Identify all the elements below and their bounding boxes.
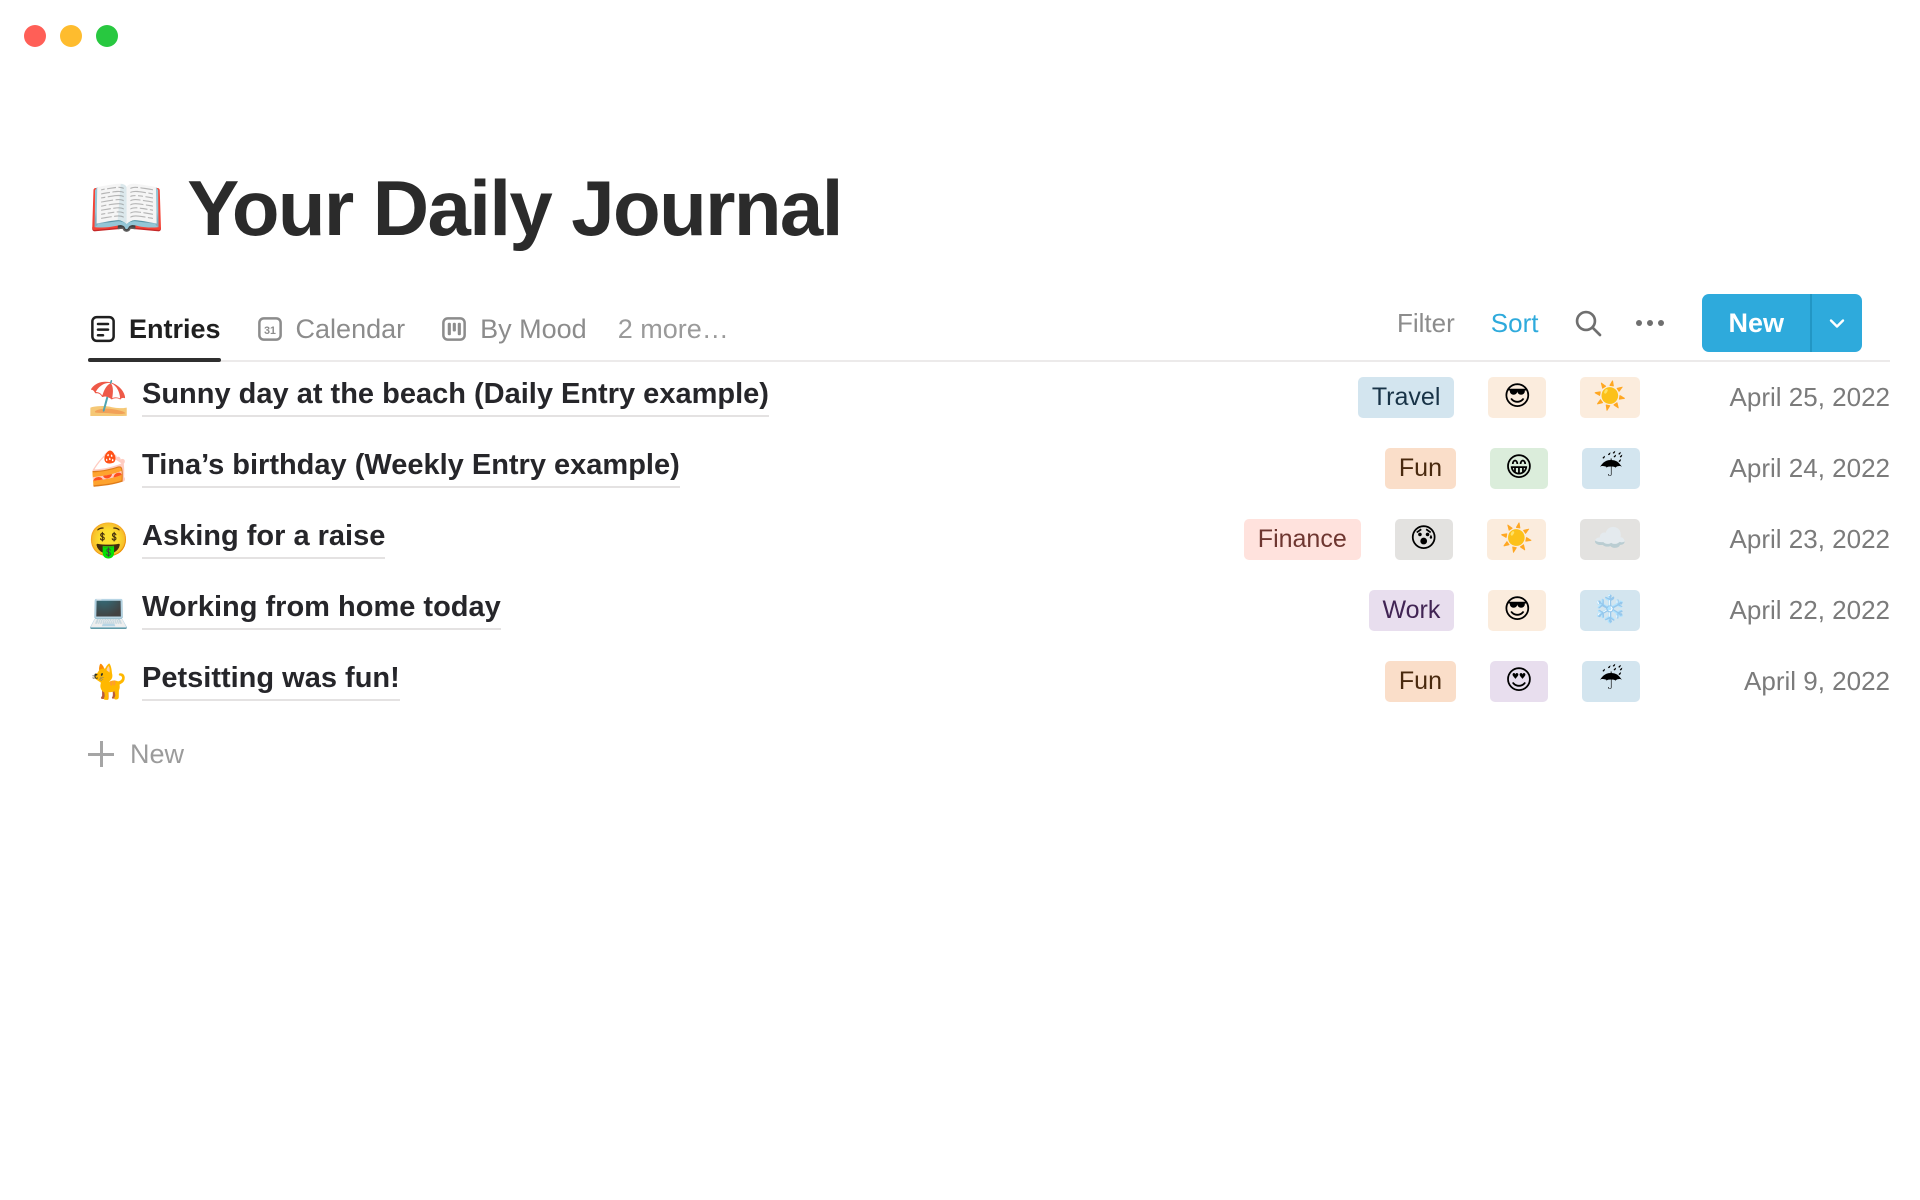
- view-tabs: Entries 31 Calendar By Mood 2 more…: [88, 298, 743, 362]
- table-row[interactable]: 🐈 Petsitting was fun! Fun 😍 ☔ April 9, 2…: [88, 646, 1890, 717]
- entry-icon-emoji: 🐈: [88, 662, 130, 701]
- entry-main: 🐈 Petsitting was fun!: [88, 662, 400, 701]
- entry-title-link[interactable]: Tina’s birthday (Weekly Entry example): [142, 449, 680, 488]
- page-title[interactable]: Your Daily Journal: [187, 169, 843, 247]
- table-row[interactable]: 🍰 Tina’s birthday (Weekly Entry example)…: [88, 433, 1890, 504]
- new-button-group: New: [1702, 294, 1862, 352]
- page-icon-emoji[interactable]: 📖: [88, 177, 165, 239]
- entries-list: ⛱️ Sunny day at the beach (Daily Entry e…: [88, 362, 1890, 787]
- mood-chip[interactable]: 😎: [1488, 590, 1547, 631]
- entry-title-link[interactable]: Asking for a raise: [142, 520, 386, 559]
- add-new-entry-row[interactable]: New: [88, 721, 1890, 787]
- weather-chip[interactable]: ☀️: [1580, 377, 1640, 418]
- entry-title-link[interactable]: Working from home today: [142, 591, 501, 630]
- entry-date: April 25, 2022: [1729, 382, 1890, 412]
- tab-calendar-label: Calendar: [295, 313, 406, 344]
- mood-chip[interactable]: 😍: [1490, 661, 1548, 702]
- category-tag[interactable]: Work: [1368, 589, 1455, 632]
- entry-main: 🤑 Asking for a raise: [88, 520, 386, 559]
- entry-meta: Work 😎 ❄️ April 22, 2022: [1368, 589, 1890, 632]
- entry-meta: Travel 😎 ☀️ April 25, 2022: [1357, 376, 1890, 419]
- entry-icon-emoji: ⛱️: [88, 378, 130, 417]
- entry-main: 💻 Working from home today: [88, 591, 501, 630]
- filter-button[interactable]: Filter: [1379, 308, 1473, 339]
- weather-extra-chip[interactable]: ☁️: [1580, 519, 1640, 560]
- tab-entries[interactable]: Entries: [88, 298, 238, 362]
- category-tag[interactable]: Fun: [1384, 660, 1456, 703]
- entry-meta: Finance 😰 ☀️ ☁️ April 23, 2022: [1243, 518, 1890, 561]
- weather-chip[interactable]: ☔: [1582, 448, 1640, 489]
- category-tag[interactable]: Fun: [1384, 447, 1456, 490]
- page-header: 📖 Your Daily Journal: [88, 160, 1890, 256]
- add-new-entry-label: New: [130, 738, 185, 769]
- table-row[interactable]: ⛱️ Sunny day at the beach (Daily Entry e…: [88, 362, 1890, 433]
- new-button-dropdown[interactable]: [1810, 294, 1862, 352]
- entry-main: 🍰 Tina’s birthday (Weekly Entry example): [88, 449, 680, 488]
- category-tag[interactable]: Finance: [1243, 518, 1361, 561]
- search-icon[interactable]: [1556, 307, 1620, 339]
- mood-chip[interactable]: 😁: [1490, 448, 1548, 489]
- entry-icon-emoji: 💻: [88, 591, 130, 630]
- table-row[interactable]: 🤑 Asking for a raise Finance 😰 ☀️ ☁️ Apr…: [88, 504, 1890, 575]
- entry-meta: Fun 😁 ☔ April 24, 2022: [1384, 447, 1890, 490]
- entry-date: April 23, 2022: [1729, 524, 1890, 554]
- tab-entries-label: Entries: [129, 313, 221, 344]
- category-tag[interactable]: Travel: [1357, 376, 1455, 419]
- weather-chip[interactable]: ❄️: [1580, 590, 1640, 631]
- new-button[interactable]: New: [1702, 294, 1810, 352]
- svg-text:31: 31: [264, 325, 276, 337]
- entry-date: April 9, 2022: [1744, 666, 1890, 696]
- entry-icon-emoji: 🍰: [88, 449, 130, 488]
- mood-chip[interactable]: 😰: [1394, 519, 1453, 560]
- view-actions: Filter Sort New: [1379, 294, 1862, 360]
- tab-more-views[interactable]: 2 more…: [604, 298, 743, 360]
- entry-date: April 22, 2022: [1729, 595, 1890, 625]
- table-row[interactable]: 💻 Working from home today Work 😎 ❄️ Apri…: [88, 575, 1890, 646]
- entry-title-link[interactable]: Sunny day at the beach (Daily Entry exam…: [142, 378, 769, 417]
- tab-calendar[interactable]: 31 Calendar: [238, 298, 423, 360]
- sort-button[interactable]: Sort: [1473, 308, 1557, 339]
- entry-main: ⛱️ Sunny day at the beach (Daily Entry e…: [88, 378, 769, 417]
- entry-meta: Fun 😍 ☔ April 9, 2022: [1384, 660, 1890, 703]
- mood-chip[interactable]: 😎: [1488, 377, 1547, 418]
- weather-chip[interactable]: ☔: [1582, 661, 1640, 702]
- list-view-icon: [88, 314, 118, 344]
- tab-by-mood[interactable]: By Mood: [422, 298, 604, 360]
- tab-by-mood-label: By Mood: [480, 313, 587, 344]
- entry-title-link[interactable]: Petsitting was fun!: [142, 662, 400, 701]
- ellipsis-glyph: [1636, 320, 1665, 326]
- board-view-icon: [439, 314, 469, 344]
- weather-chip[interactable]: ☀️: [1486, 519, 1547, 560]
- app-window: 📖 Your Daily Journal Entries 31 Calendar…: [0, 0, 1920, 1200]
- view-toolbar: Entries 31 Calendar By Mood 2 more… Filt…: [88, 294, 1890, 362]
- chevron-down-icon: [1829, 319, 1845, 328]
- calendar-view-icon: 31: [255, 314, 285, 344]
- entry-icon-emoji: 🤑: [88, 520, 130, 559]
- plus-icon: [88, 741, 114, 767]
- page-content: 📖 Your Daily Journal Entries 31 Calendar…: [0, 0, 1920, 787]
- entry-date: April 24, 2022: [1729, 453, 1890, 483]
- more-options-icon[interactable]: [1620, 320, 1680, 326]
